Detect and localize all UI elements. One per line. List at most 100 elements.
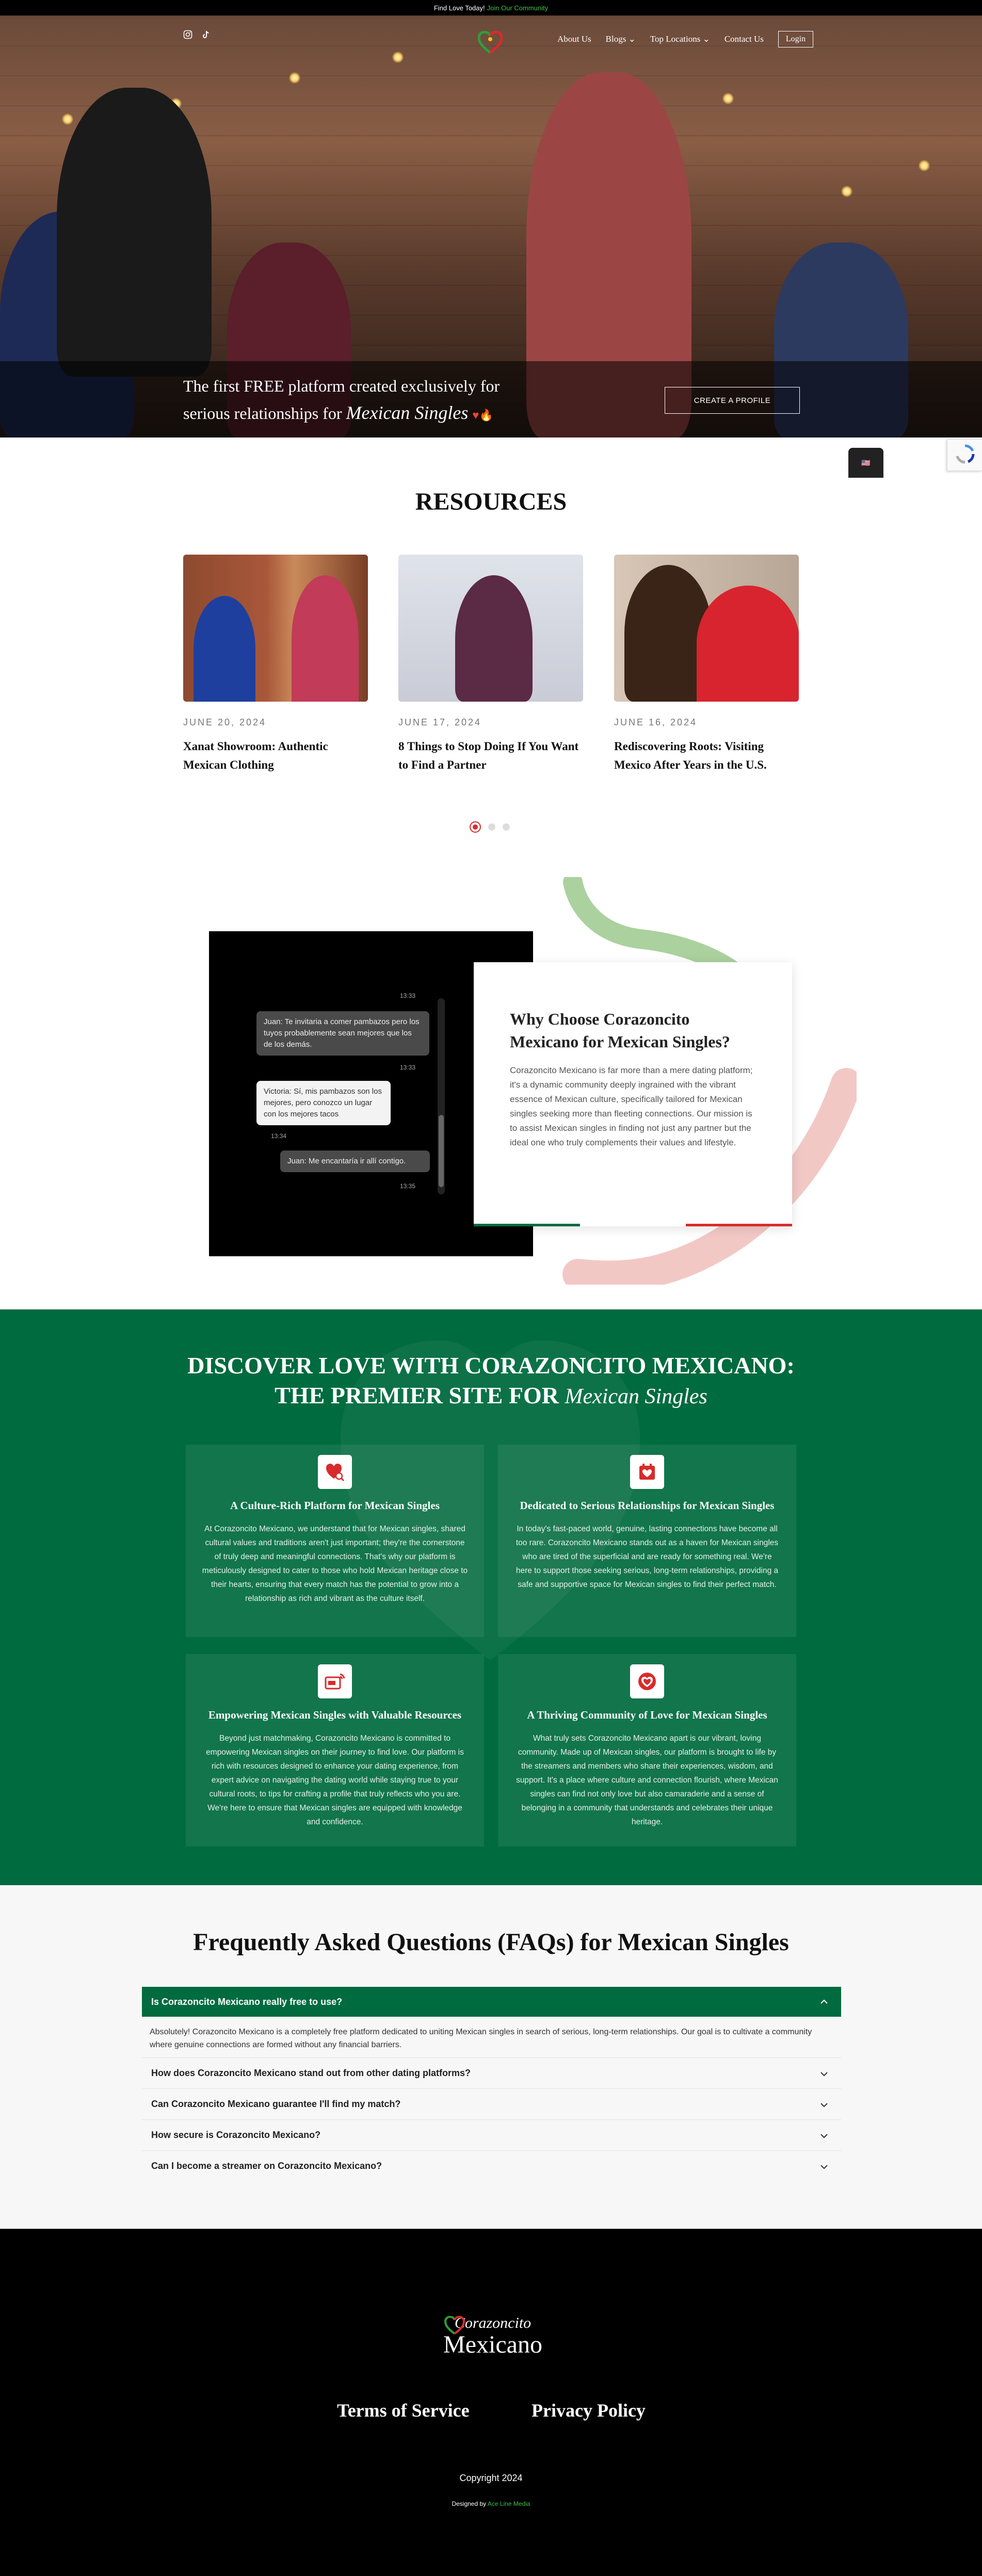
discover-title-line-1: DISCOVER LOVE WITH CORAZONCITO MEXICANO: <box>187 1352 795 1379</box>
feature-title: A Culture-Rich Platform for Mexican Sing… <box>230 1499 440 1512</box>
chat-timestamp: 13:33 <box>400 1064 416 1071</box>
blog-card-image <box>398 555 583 702</box>
live-stream-icon <box>318 1664 352 1698</box>
hero-person <box>57 88 212 377</box>
create-profile-button[interactable]: CREATE A PROFILE <box>665 387 800 414</box>
feature-card: Dedicated to Serious Relationships for M… <box>498 1445 796 1637</box>
chat-timestamp: 13:33 <box>400 992 416 999</box>
calendar-heart-icon <box>630 1455 664 1489</box>
faq-item[interactable]: How does Corazoncito Mexicano stand out … <box>142 2057 841 2088</box>
blog-card-image <box>614 555 799 702</box>
chat-timestamp: 13:35 <box>400 1182 416 1190</box>
string-light <box>62 114 73 125</box>
blog-card-title[interactable]: Rediscovering Roots: Visiting Mexico Aft… <box>614 737 799 774</box>
feature-title: A Thriving Community of Love for Mexican… <box>527 1709 767 1721</box>
instagram-icon[interactable] <box>183 30 194 40</box>
designed-by: Designed by Ace Line Media <box>0 2500 982 2507</box>
blog-card[interactable]: JUNE 17, 2024 8 Things to Stop Doing If … <box>398 555 583 774</box>
nav-blogs[interactable]: Blogs ⌄ <box>606 34 636 44</box>
hero-line-2-text: serious relationships for <box>183 404 342 423</box>
faq-item[interactable]: Can Corazoncito Mexicano guarantee I'll … <box>142 2088 841 2119</box>
chat-message: Juan: Me encantaría ir allí contigo. <box>280 1151 430 1172</box>
terms-link[interactable]: Terms of Service <box>337 2400 470 2421</box>
designed-by-label: Designed by <box>452 2500 487 2507</box>
nav-about-us[interactable]: About Us <box>557 34 591 44</box>
faq-question: Is Corazoncito Mexicano really free to u… <box>151 1996 343 2007</box>
site-logo-icon[interactable] <box>477 30 503 54</box>
chat-scroll-thumb[interactable] <box>439 1115 444 1187</box>
join-community-link[interactable]: Join Our Community <box>487 4 548 12</box>
site-footer: Corazoncito Mexicano Terms of Service Pr… <box>0 2229 982 2576</box>
nav-links: About Us Blogs ⌄ Top Locations ⌄ Contact… <box>557 31 814 47</box>
feature-card: A Thriving Community of Love for Mexican… <box>498 1654 796 1846</box>
why-choose-card: Why Choose Corazoncito Mexicano for Mexi… <box>474 962 793 1226</box>
carousel-dots <box>470 821 510 833</box>
blog-card[interactable]: JUNE 20, 2024 Xanat Showroom: Authentic … <box>183 555 368 774</box>
string-light <box>289 72 300 84</box>
string-light <box>841 186 852 197</box>
logo-heart-icon <box>444 2316 465 2335</box>
blog-card-title[interactable]: 8 Things to Stop Doing If You Want to Fi… <box>398 737 583 774</box>
chat-scrollbar[interactable] <box>438 998 445 1194</box>
discover-title-line-2-text: THE PREMIER SITE FOR <box>275 1382 559 1408</box>
resources-title: RESOURCES <box>415 488 567 515</box>
footer-logo[interactable]: Corazoncito Mexicano <box>441 2314 544 2360</box>
chat-message: Victoria: Sí, mis pambazos son los mejor… <box>256 1081 391 1125</box>
feature-body: At Corazoncito Mexicano, we understand t… <box>202 1525 468 1603</box>
chevron-down-icon <box>820 2165 828 2169</box>
mexican-flag-stripe <box>474 1224 793 1226</box>
chat-message: Juan: Te invitaria a comer pambazos pero… <box>256 1011 429 1056</box>
feature-title: Empowering Mexican Singles with Valuable… <box>208 1709 462 1721</box>
carousel-dot[interactable] <box>503 823 510 831</box>
feature-body: Beyond just matchmaking, Corazoncito Mex… <box>206 1734 464 1826</box>
faq-item[interactable]: How secure is Corazoncito Mexicano? <box>142 2119 841 2150</box>
heart-fire-icon: ♥🔥 <box>472 409 493 422</box>
heart-search-icon <box>318 1455 352 1489</box>
string-light <box>722 93 734 104</box>
chat-timestamp: 13:34 <box>271 1132 287 1140</box>
hero-line-1: The first FREE platform created exclusiv… <box>183 377 500 395</box>
chevron-down-icon <box>820 2103 828 2108</box>
language-flag-button[interactable]: 🇺🇸 <box>848 448 883 478</box>
chevron-down-icon <box>820 2134 828 2138</box>
discover-script-text: Mexican Singles <box>565 1385 707 1408</box>
carousel-dot-active[interactable] <box>470 821 481 833</box>
blog-card-date: JUNE 17, 2024 <box>398 717 482 727</box>
login-button[interactable]: Login <box>778 31 814 47</box>
blog-card-date: JUNE 16, 2024 <box>614 717 698 727</box>
faq-section: Frequently Asked Questions (FAQs) for Me… <box>0 1885 982 2229</box>
discover-title: DISCOVER LOVE WITH CORAZONCITO MEXICANO:… <box>0 1351 982 1412</box>
blog-card[interactable]: JUNE 16, 2024 Rediscovering Roots: Visit… <box>614 555 799 774</box>
announcement-bar: Find Love Today! Join Our Community <box>0 0 982 15</box>
privacy-link[interactable]: Privacy Policy <box>532 2400 646 2421</box>
faq-question: How secure is Corazoncito Mexicano? <box>151 2130 321 2140</box>
hero-line-2: serious relationships for Mexican Single… <box>183 399 534 429</box>
hero-headline: The first FREE platform created exclusiv… <box>183 372 534 429</box>
faq-question: Can Corazoncito Mexicano guarantee I'll … <box>151 2099 401 2109</box>
why-choose-body: Corazoncito Mexicano is far more than a … <box>510 1065 753 1147</box>
why-choose-title: Why Choose Corazoncito Mexicano for Mexi… <box>510 1010 730 1051</box>
carousel-dot[interactable] <box>488 823 495 831</box>
faq-item-open[interactable]: Is Corazoncito Mexicano really free to u… <box>142 1987 841 2017</box>
string-light <box>919 160 930 171</box>
chevron-up-icon <box>820 1999 828 2004</box>
nav-contact-us[interactable]: Contact Us <box>725 34 764 44</box>
feature-body: What truly sets Corazoncito Mexicano apa… <box>516 1734 778 1826</box>
discover-title-line-2: THE PREMIER SITE FOR Mexican Singles <box>0 1381 982 1412</box>
feature-card: Empowering Mexican Singles with Valuable… <box>186 1654 484 1846</box>
blog-card-title[interactable]: Xanat Showroom: Authentic Mexican Clothi… <box>183 737 368 774</box>
recaptcha-icon <box>956 444 975 464</box>
faq-item[interactable]: Can I become a streamer on Corazoncito M… <box>142 2150 841 2181</box>
faq-answer: Absolutely! Corazoncito Mexicano is a co… <box>150 2028 812 2049</box>
chevron-down-icon <box>820 2072 828 2077</box>
feature-title: Dedicated to Serious Relationships for M… <box>520 1499 775 1512</box>
feature-card: A Culture-Rich Platform for Mexican Sing… <box>186 1445 484 1637</box>
us-flag-icon: 🇺🇸 <box>861 459 871 467</box>
footer-logo-bottom: Mexicano <box>443 2331 542 2358</box>
nav-top-locations[interactable]: Top Locations ⌄ <box>650 34 710 44</box>
recaptcha-badge <box>947 439 982 471</box>
announcement-text: Find Love Today! <box>433 4 485 12</box>
designer-link[interactable]: Ace Line Media <box>488 2500 530 2507</box>
tiktok-icon[interactable] <box>201 30 212 40</box>
blog-card-image <box>183 555 368 702</box>
